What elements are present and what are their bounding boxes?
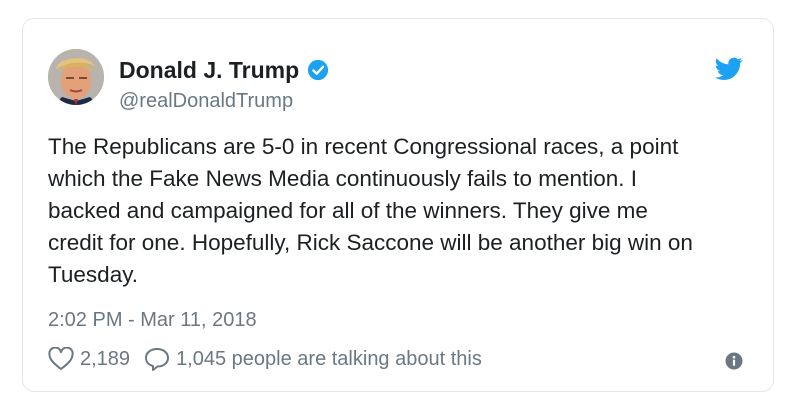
like-button[interactable]: 2,189	[48, 347, 130, 371]
avatar[interactable]	[48, 49, 104, 105]
like-count: 2,189	[80, 347, 131, 370]
heart-icon	[48, 347, 74, 370]
twitter-bird-icon[interactable]	[715, 57, 743, 81]
author-handle[interactable]: @realDonaldTrump	[119, 90, 293, 112]
info-icon[interactable]	[725, 352, 743, 370]
speech-bubble-icon	[145, 348, 170, 371]
tweet-actions: 2,189 1,045 people are talking about thi…	[48, 347, 482, 371]
tweet-text: The Republicans are 5-0 in recent Congre…	[48, 134, 693, 287]
tweet-timestamp[interactable]: 2:02 PM - Mar 11, 2018	[48, 309, 257, 331]
author-name[interactable]: Donald J. Trump	[119, 57, 299, 83]
reply-button[interactable]: 1,045 people are talking about this	[144, 347, 482, 371]
reply-label: 1,045 people are talking about this	[176, 347, 482, 370]
verified-badge-icon	[308, 59, 329, 81]
author-row: Donald J. Trump	[119, 57, 329, 83]
avatar-photo	[48, 49, 104, 105]
tweet-card[interactable]: Donald J. Trump @realDonaldTrump The Rep…	[22, 18, 774, 392]
